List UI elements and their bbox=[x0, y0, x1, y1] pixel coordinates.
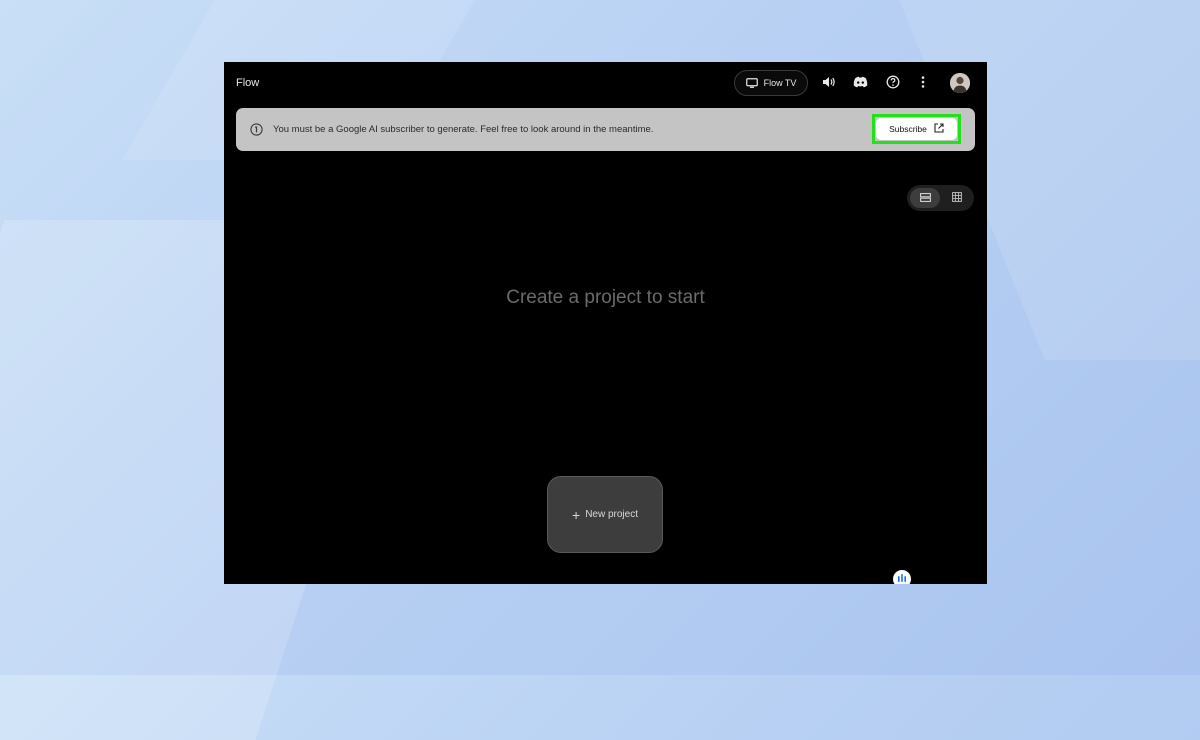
plus-icon: + bbox=[572, 506, 581, 523]
voice-assistant-button[interactable] bbox=[893, 570, 911, 584]
flow-tv-button[interactable]: Flow TV bbox=[734, 70, 808, 96]
subscribe-button[interactable]: Subscribe bbox=[876, 118, 957, 140]
new-project-label: New project bbox=[585, 509, 638, 520]
list-view-icon bbox=[919, 189, 931, 207]
more-vert-icon[interactable] bbox=[915, 74, 931, 90]
view-toggle bbox=[907, 185, 974, 211]
new-project-button[interactable]: + New project bbox=[547, 476, 663, 553]
audio-bars-icon bbox=[897, 570, 907, 584]
help-icon[interactable] bbox=[885, 74, 901, 90]
grid-view-button[interactable] bbox=[942, 188, 972, 208]
list-view-button[interactable] bbox=[910, 188, 940, 208]
open-in-new-icon bbox=[934, 123, 944, 135]
subscribe-label: Subscribe bbox=[889, 124, 927, 134]
volume-icon[interactable] bbox=[821, 74, 837, 90]
discord-icon[interactable] bbox=[852, 74, 868, 90]
tv-icon bbox=[745, 78, 758, 88]
flow-tv-label: Flow TV bbox=[763, 78, 797, 88]
subscription-banner: You must be a Google AI subscriber to ge… bbox=[236, 108, 975, 151]
avatar[interactable] bbox=[950, 73, 970, 93]
flow-app-window: Flow Flow TV You must be a Google AI sub… bbox=[224, 62, 987, 584]
app-title: Flow bbox=[236, 77, 260, 89]
banner-message: You must be a Google AI subscriber to ge… bbox=[273, 124, 654, 135]
empty-state-message: Create a project to start bbox=[506, 287, 705, 308]
grid-view-icon bbox=[952, 189, 962, 207]
info-icon bbox=[250, 123, 263, 136]
